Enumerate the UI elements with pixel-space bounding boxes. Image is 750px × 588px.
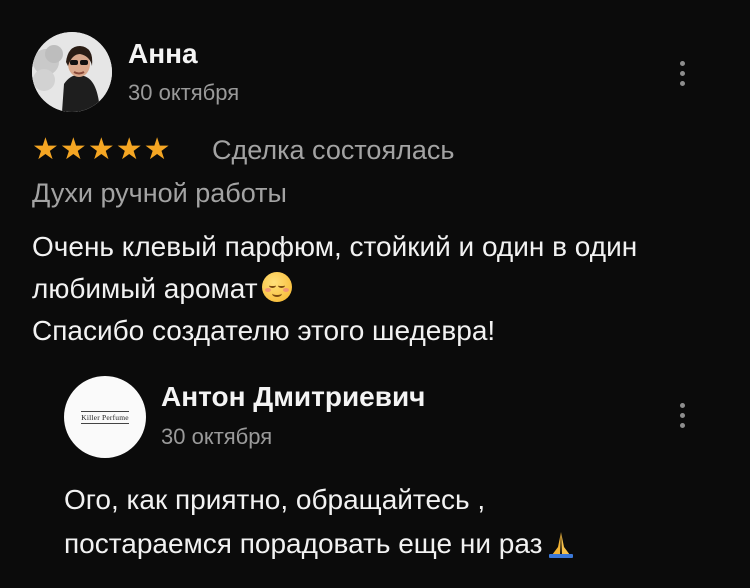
relieved-face-icon xyxy=(261,272,292,302)
seller-avatar[interactable]: Killer Perfume xyxy=(64,376,146,458)
reply-text-line: Ого, как приятно, обращайтесь , xyxy=(64,484,486,515)
review-text-line: Очень клевый парфюм, стойкий и один в од… xyxy=(32,231,638,262)
reply-text-line: постараемся порадовать еще ни раз xyxy=(64,522,704,566)
star-icon: ★ xyxy=(115,133,143,166)
review-card: Анна 30 октября ★ ★ ★ ★ ★ Сделка состоял… xyxy=(0,0,750,588)
user-photo xyxy=(32,32,112,112)
star-icon: ★ xyxy=(32,133,59,166)
seller-name[interactable]: Антон Дмитриевич xyxy=(161,381,425,413)
avatar[interactable] xyxy=(32,32,112,112)
review-date: 30 октября xyxy=(128,80,240,105)
star-icon: ★ xyxy=(143,133,171,166)
author-name[interactable]: Анна xyxy=(128,38,198,70)
review-text-line: любимый аромат xyxy=(32,268,722,310)
more-options-icon[interactable] xyxy=(670,56,694,90)
review-text: Очень клевый парфюм, стойкий и один в од… xyxy=(32,226,722,352)
rating-stars: ★ ★ ★ ★ ★ xyxy=(32,132,171,168)
product-name[interactable]: Духи ручной работы xyxy=(32,178,287,209)
star-icon: ★ xyxy=(87,133,115,166)
review-text-line: Спасибо создателю этого шедевра! xyxy=(32,315,496,346)
folded-hands-icon xyxy=(549,532,574,558)
reply-text: Ого, как приятно, обращайтесь , постарае… xyxy=(64,478,704,566)
seller-logo: Killer Perfume xyxy=(81,410,129,424)
deal-status: Сделка состоялась xyxy=(212,135,455,165)
star-icon: ★ xyxy=(59,133,87,166)
more-options-icon[interactable] xyxy=(670,398,694,432)
reply-date: 30 октября xyxy=(161,424,273,449)
